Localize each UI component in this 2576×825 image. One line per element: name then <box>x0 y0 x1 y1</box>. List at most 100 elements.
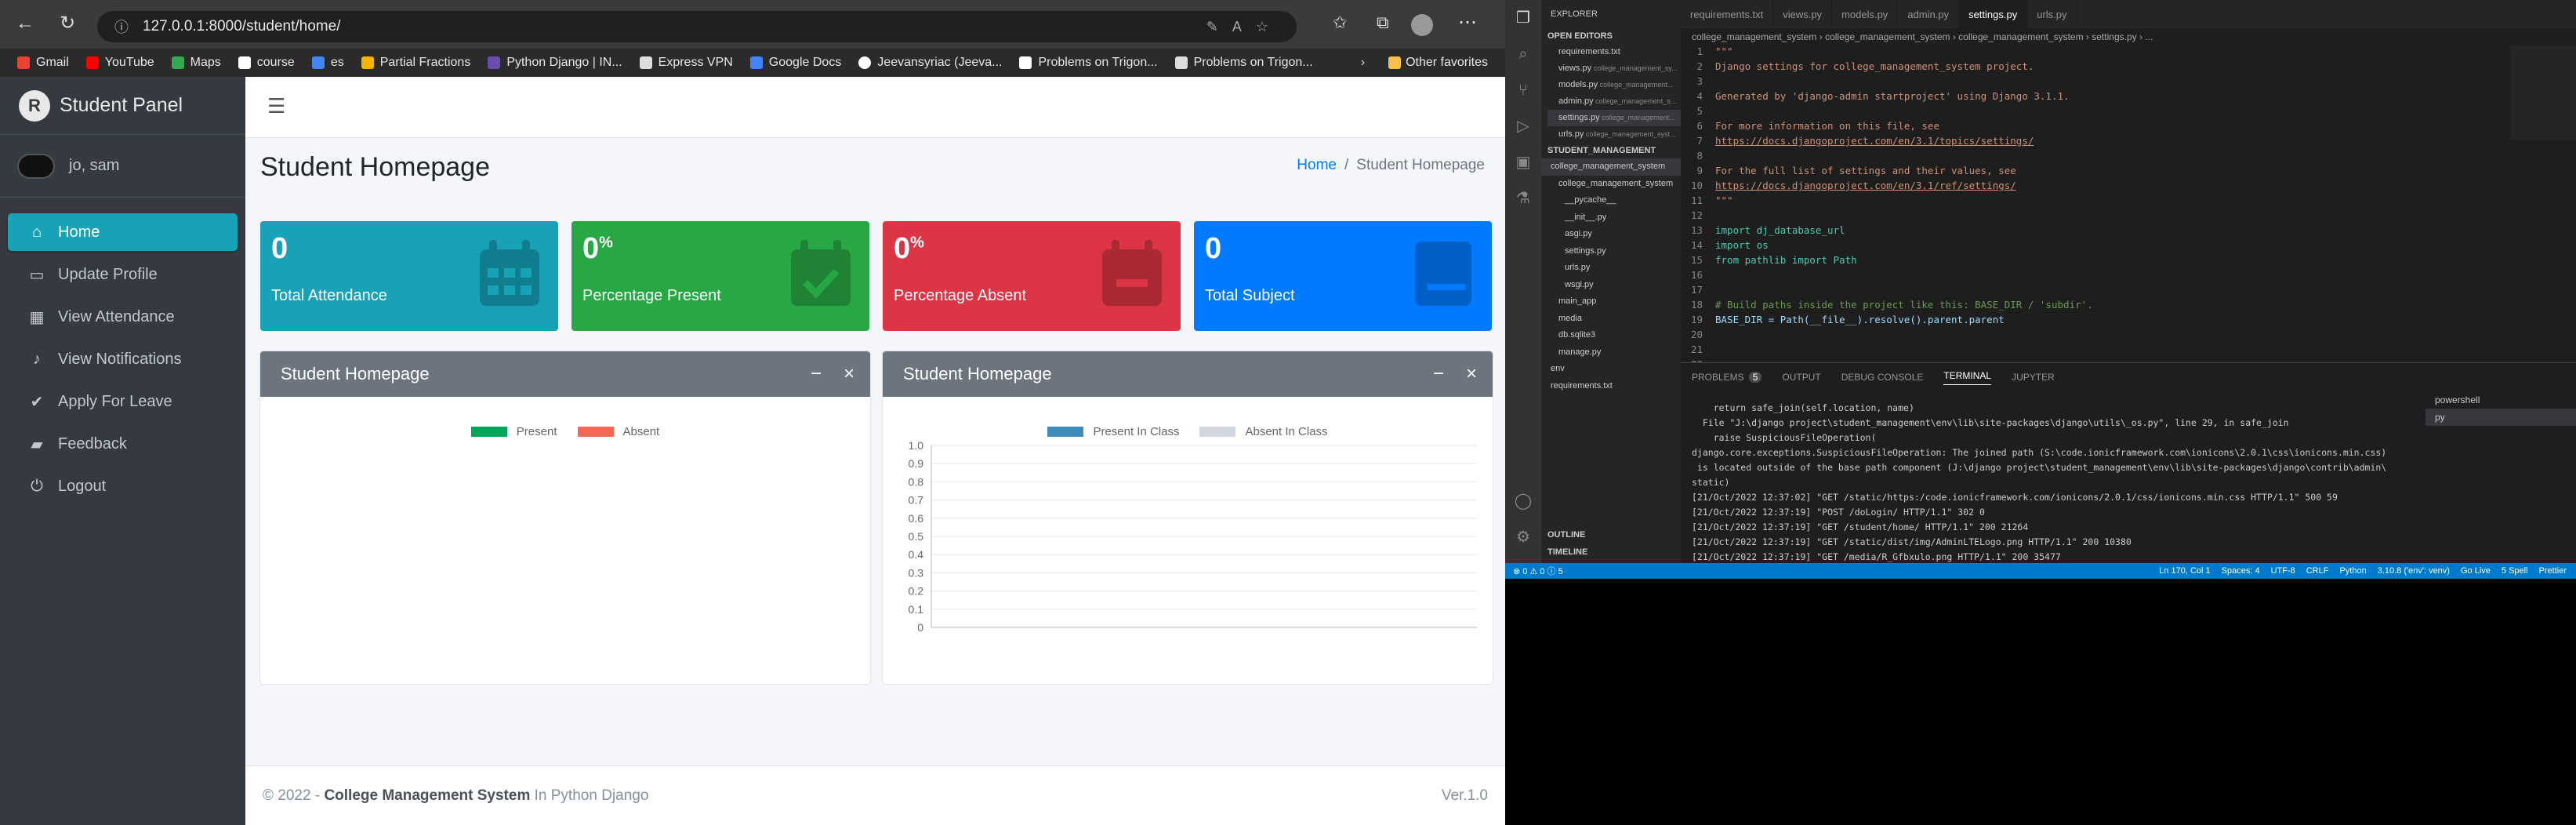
search-icon[interactable]: ⌕ <box>1505 36 1541 72</box>
close-icon[interactable]: × <box>1466 363 1477 385</box>
editor-tab[interactable]: views.py <box>1773 0 1833 28</box>
nav-view-attendance[interactable]: ▦ View Attendance <box>8 298 238 336</box>
activity-bar: ❐ ⌕ ⑂ ▷ ▣ ⚗ ◯ ⚙ <box>1505 0 1541 563</box>
panel-tab[interactable]: JUPYTER <box>2012 372 2055 383</box>
hamburger-icon[interactable]: ☰ <box>267 94 285 118</box>
terminal-py[interactable]: py <box>2425 409 2576 426</box>
panel-tab[interactable]: PROBLEMS 5 <box>1692 372 1762 383</box>
tree-item[interactable]: wsgi.py <box>1541 277 1681 294</box>
status-item[interactable]: Go Live <box>2461 566 2491 576</box>
nav-feedback[interactable]: ▰ Feedback <box>8 425 238 463</box>
profile-avatar[interactable] <box>1411 14 1433 36</box>
open-editor-item[interactable]: settings.py college_management... <box>1547 110 1681 126</box>
tree-item[interactable]: db.sqlite3 <box>1541 327 1681 344</box>
tree-item[interactable]: asgi.py <box>1541 226 1681 243</box>
tree-item[interactable]: college_management_system <box>1541 176 1681 193</box>
open-editor-item[interactable]: admin.py college_management_s... <box>1558 93 1681 110</box>
favorites-icon[interactable]: ✩ <box>1333 13 1347 33</box>
source-control-icon[interactable]: ⑂ <box>1505 72 1541 108</box>
reload-icon[interactable]: ↻ <box>60 12 75 35</box>
tree-item[interactable]: env <box>1541 361 1681 378</box>
panel-tab[interactable]: DEBUG CONSOLE <box>1841 372 1924 383</box>
code-view[interactable]: 1 """ 2 Django settings for college_managem… <box>1681 45 2465 373</box>
back-icon[interactable]: ← <box>16 13 34 35</box>
run-debug-icon[interactable]: ▷ <box>1505 108 1541 144</box>
chevron-right-icon[interactable]: › <box>1361 56 1365 70</box>
outline-section[interactable]: OUTLINE <box>1547 530 1585 540</box>
tree-item[interactable]: main_app <box>1541 293 1681 311</box>
editor-tab[interactable]: models.py <box>1832 0 1899 28</box>
bookmark-es[interactable]: es <box>311 56 344 70</box>
open-editor-item[interactable]: urls.py college_management_syst... <box>1558 126 1681 143</box>
bookmark-maps[interactable]: Maps <box>171 56 221 70</box>
extensions-icon[interactable]: ▣ <box>1505 144 1541 180</box>
terminal-output[interactable]: return safe_join(self.location, name) Fi… <box>1692 401 2397 565</box>
nav-view-notifications[interactable]: ♪ View Notifications <box>8 340 238 378</box>
address-bar[interactable]: ⓘ 127.0.0.1:8000/student/home/ ✎A☆ <box>97 11 1297 42</box>
project-header[interactable]: STUDENT_MANAGEMENT <box>1541 143 1681 158</box>
bookmark-github[interactable]: Jeevansyriac (Jeeva... <box>858 56 1002 70</box>
editor-tab[interactable]: settings.py <box>1959 0 2028 28</box>
top-navbar: ☰ <box>245 77 1505 138</box>
tree-item[interactable]: __init__.py <box>1541 209 1681 227</box>
bookmark-youtube[interactable]: YouTube <box>85 56 154 70</box>
bookmark-course[interactable]: course <box>238 56 295 70</box>
more-icon[interactable]: ⋯ <box>1458 11 1477 34</box>
close-icon[interactable]: × <box>844 363 854 385</box>
status-problems[interactable]: ⊗ 0 ⚠ 0 ⓘ 5 <box>1505 565 1563 577</box>
editor-tab[interactable]: requirements.txt <box>1681 0 1774 28</box>
open-editor-item[interactable]: views.py college_management_sy... <box>1558 60 1681 77</box>
bookmark-express-vpn[interactable]: Express VPN <box>639 56 733 70</box>
status-item[interactable]: CRLF <box>2306 566 2329 576</box>
minimize-icon[interactable]: − <box>1433 363 1444 385</box>
tree-item[interactable]: __pycache__ <box>1541 192 1681 209</box>
tree-item[interactable]: requirements.txt <box>1541 378 1681 395</box>
nav-logout[interactable]: ⏻ Logout <box>8 467 238 505</box>
breadcrumb-home[interactable]: Home <box>1297 157 1337 174</box>
status-item[interactable]: Spaces: 4 <box>2222 566 2260 576</box>
files-icon[interactable]: ❐ <box>1505 0 1541 36</box>
status-item[interactable]: 5 Spell <box>2502 566 2528 576</box>
status-item[interactable]: Ln 170, Col 1 <box>2159 566 2210 576</box>
editor-tab[interactable]: admin.py <box>1898 0 1960 28</box>
status-item[interactable]: Prettier <box>2539 566 2567 576</box>
open-editor-item[interactable]: requirements.txt <box>1558 44 1681 60</box>
gear-icon[interactable]: ⚙ <box>1505 527 1541 547</box>
editor-tab[interactable]: urls.py <box>2027 0 2077 28</box>
bookmark-partial-fractions[interactable]: Partial Fractions <box>361 56 470 70</box>
info-icon[interactable]: ⓘ <box>114 16 129 37</box>
status-item[interactable]: UTF-8 <box>2271 566 2295 576</box>
minimize-icon[interactable]: − <box>811 363 822 385</box>
tree-item[interactable]: media <box>1541 311 1681 328</box>
bookmark-python-django[interactable]: Python Django | IN... <box>488 56 622 70</box>
open-editor-item[interactable]: models.py college_management... <box>1558 77 1681 93</box>
tree-item[interactable]: urls.py <box>1541 260 1681 277</box>
bookmark-gmail[interactable]: Gmail <box>17 56 69 70</box>
address-bar-icons[interactable]: ✎A☆ <box>1206 19 1283 35</box>
panel-tab[interactable]: OUTPUT <box>1782 372 1820 383</box>
tree-item[interactable]: settings.py <box>1541 243 1681 260</box>
bookmark-google-docs[interactable]: Google Docs <box>749 56 841 70</box>
timeline-section[interactable]: TIMELINE <box>1547 547 1587 557</box>
bookmark-trigon-1[interactable]: Problems on Trigon... <box>1019 56 1158 70</box>
collections-icon[interactable]: ⧉ <box>1377 13 1389 33</box>
brand[interactable]: R Student Panel <box>0 77 245 135</box>
panel-tab[interactable]: TERMINAL <box>1943 370 1992 385</box>
nav-update-profile[interactable]: ▭ Update Profile <box>8 256 238 293</box>
terminal-powershell[interactable]: powershell <box>2425 391 2576 409</box>
user-panel[interactable]: jo, sam <box>0 135 245 198</box>
other-favorites[interactable]: › Other favorites <box>1361 56 1488 70</box>
y-tick-label: 0.2 <box>909 585 924 598</box>
open-editors-header[interactable]: OPEN EDITORS <box>1541 19 1681 44</box>
tree-item[interactable]: manage.py <box>1541 344 1681 362</box>
status-item[interactable]: 3.10.8 ('env': venv) <box>2378 566 2450 576</box>
status-item[interactable]: Python <box>2339 566 2366 576</box>
nav-home[interactable]: ⌂ Home <box>8 213 238 251</box>
y-tick-label: 0.1 <box>909 603 924 616</box>
nav-apply-for-leave[interactable]: ✔ Apply For Leave <box>8 383 238 420</box>
minimap[interactable] <box>2510 45 2576 140</box>
tree-item[interactable]: college_management_system <box>1541 158 1681 176</box>
testing-icon[interactable]: ⚗ <box>1505 180 1541 216</box>
bookmark-trigon-2[interactable]: Problems on Trigon... <box>1174 56 1313 70</box>
account-icon[interactable]: ◯ <box>1505 491 1541 511</box>
